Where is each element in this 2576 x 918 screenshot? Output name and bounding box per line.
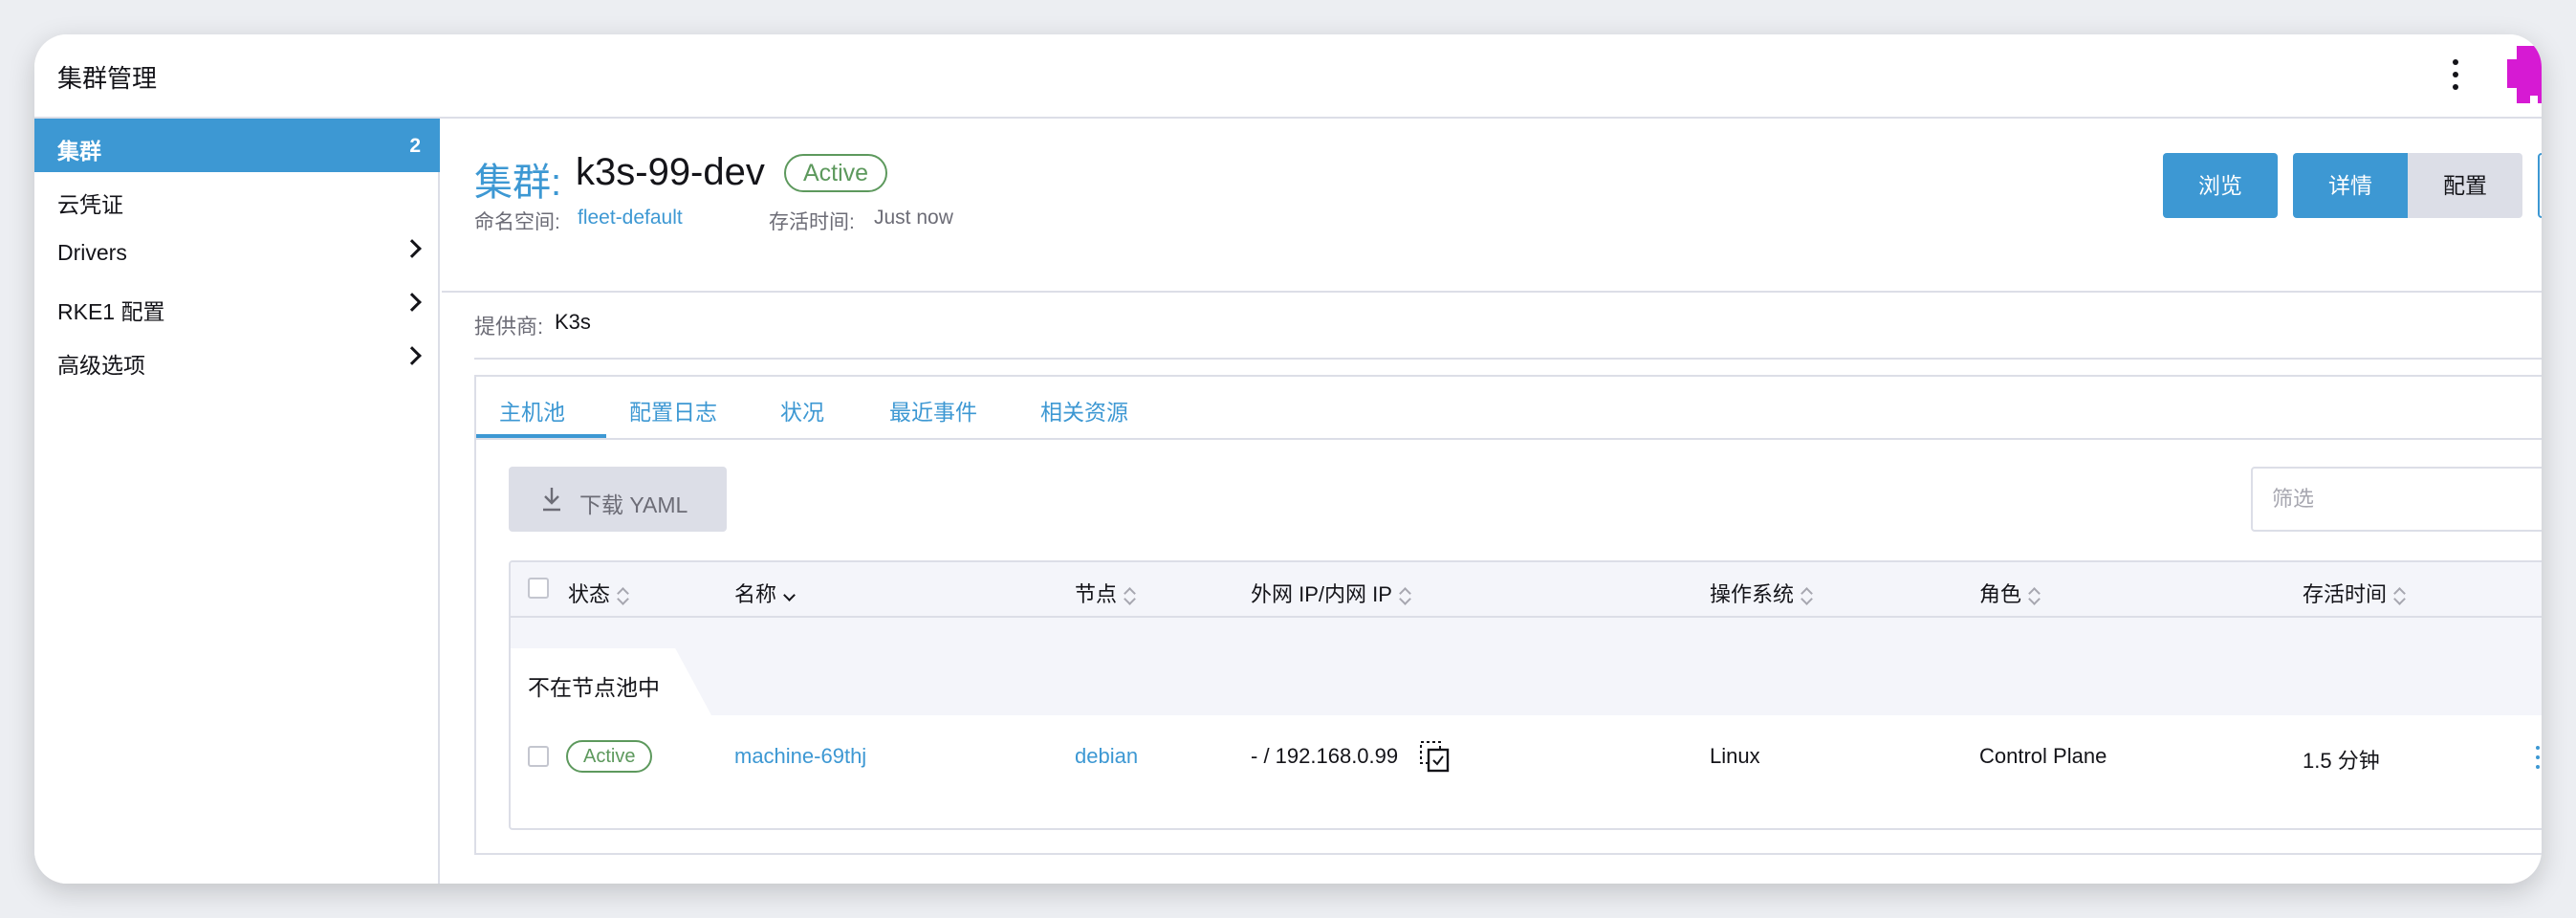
download-yaml-label: 下载 YAML <box>579 492 688 517</box>
page-title-prefix: 集群: <box>474 162 562 204</box>
sidebar-item-label: 云凭证 <box>57 192 123 217</box>
age-value: Just now <box>874 207 953 229</box>
column-header-node[interactable]: 节点 <box>1075 578 1136 608</box>
sort-icon <box>2027 587 2041 604</box>
chevron-right-icon <box>403 346 422 365</box>
download-icon <box>543 488 560 512</box>
main-content: 集群: k3s-99-dev Active 命名空间: fleet-defaul… <box>442 119 2542 884</box>
app-window: 集群管理 集群 2 云凭证 Drivers RKE1 配置 高级选项 集群: k… <box>34 34 2542 884</box>
column-label: 外网 IP/内网 IP <box>1251 582 1392 606</box>
download-yaml-button[interactable]: 下载 YAML <box>509 467 727 532</box>
detail-button[interactable]: 详情 <box>2293 153 2408 218</box>
config-button[interactable]: 配置 <box>2408 153 2522 218</box>
copy-icon[interactable] <box>1419 740 1450 773</box>
brand-logo-icon[interactable] <box>2507 46 2542 103</box>
sidebar-item-rke1-config[interactable]: RKE1 配置 <box>34 279 440 333</box>
sort-down-icon <box>782 587 796 604</box>
column-label: 操作系统 <box>1710 582 1795 606</box>
status-badge: Active <box>784 154 888 192</box>
column-header-ip[interactable]: 外网 IP/内网 IP <box>1251 578 1411 608</box>
machine-name-link[interactable]: machine-69thj <box>734 744 866 769</box>
ip-address: - / 192.168.0.99 <box>1251 744 1399 768</box>
machines-table: 状态 名称 节点 外网 IP/内网 IP 操作系统 角色 存活时间 不在节点池中… <box>509 560 2542 830</box>
sidebar-item-label: 高级选项 <box>57 353 145 378</box>
tab-conditions[interactable]: 状况 <box>780 394 824 426</box>
sort-icon <box>1123 587 1136 604</box>
chevron-right-icon <box>403 239 422 258</box>
sidebar-item-advanced[interactable]: 高级选项 <box>34 333 440 386</box>
group-label: 不在节点池中 <box>528 675 660 700</box>
column-header-status[interactable]: 状态 <box>568 578 629 608</box>
column-label: 节点 <box>1075 582 1118 606</box>
node-link[interactable]: debian <box>1075 744 1138 769</box>
sort-icon <box>1800 587 1813 604</box>
sidebar: 集群 2 云凭证 Drivers RKE1 配置 高级选项 <box>34 119 440 884</box>
more-actions-button[interactable] <box>2538 153 2542 218</box>
chevron-right-icon <box>403 293 422 312</box>
tab-machine-pools[interactable]: 主机池 <box>499 394 565 426</box>
sidebar-item-label: Drivers <box>57 240 127 265</box>
tab-bar: 主机池 配置日志 状况 最近事件 相关资源 <box>476 377 2542 440</box>
column-header-name[interactable]: 名称 <box>734 578 796 608</box>
tab-recent-events[interactable]: 最近事件 <box>889 394 977 426</box>
divider <box>474 358 2542 360</box>
status-badge: Active <box>566 740 653 773</box>
column-header-role[interactable]: 角色 <box>1979 578 2041 608</box>
column-header-age[interactable]: 存活时间 <box>2303 578 2406 608</box>
sidebar-item-clusters[interactable]: 集群 2 <box>34 119 440 172</box>
table-header: 状态 名称 节点 外网 IP/内网 IP 操作系统 角色 存活时间 <box>511 562 2542 618</box>
column-label: 状态 <box>568 582 611 606</box>
app-title: 集群管理 <box>57 64 158 93</box>
role-value: Control Plane <box>1979 744 2107 768</box>
group-header: 不在节点池中 <box>511 618 2542 715</box>
column-header-os[interactable]: 操作系统 <box>1710 578 1813 608</box>
column-label: 存活时间 <box>2303 582 2388 606</box>
sidebar-item-drivers[interactable]: Drivers <box>34 226 440 279</box>
provider-value: K3s <box>555 310 591 334</box>
provider-label: 提供商: <box>474 315 544 339</box>
os-value: Linux <box>1710 744 1760 768</box>
sort-icon <box>1398 587 1411 604</box>
namespace-link[interactable]: fleet-default <box>578 207 683 230</box>
age-value: 1.5 分钟 <box>2303 749 2380 773</box>
top-header: 集群管理 <box>34 34 2542 119</box>
sidebar-item-label: RKE1 配置 <box>57 299 165 324</box>
select-all-checkbox[interactable] <box>528 578 549 599</box>
browse-button[interactable]: 浏览 <box>2163 153 2278 218</box>
table-row: Active machine-69thj debian - / 192.168.… <box>511 715 2542 799</box>
sidebar-item-label: 集群 <box>57 139 101 164</box>
tab-related-resources[interactable]: 相关资源 <box>1040 394 1128 426</box>
active-tab-indicator <box>476 434 606 438</box>
sidebar-item-count: 2 <box>409 135 421 157</box>
row-actions-icon[interactable] <box>2528 738 2542 776</box>
filter-input[interactable] <box>2251 467 2542 532</box>
sidebar-item-cloud-credentials[interactable]: 云凭证 <box>34 172 440 226</box>
column-label: 角色 <box>1979 582 2022 606</box>
age-label: 存活时间: <box>769 211 855 233</box>
tab-provisioning-log[interactable]: 配置日志 <box>629 394 717 426</box>
column-label: 名称 <box>734 582 777 606</box>
divider <box>442 291 2542 293</box>
page-title: k3s-99-dev <box>576 151 765 193</box>
namespace-label: 命名空间: <box>474 211 560 233</box>
more-vertical-icon[interactable] <box>2440 52 2471 98</box>
sort-icon <box>616 587 629 604</box>
sort-icon <box>2392 587 2406 604</box>
row-checkbox[interactable] <box>528 746 549 767</box>
tabs-panel: 主机池 配置日志 状况 最近事件 相关资源 下载 YAML 状态 名称 <box>474 375 2542 855</box>
